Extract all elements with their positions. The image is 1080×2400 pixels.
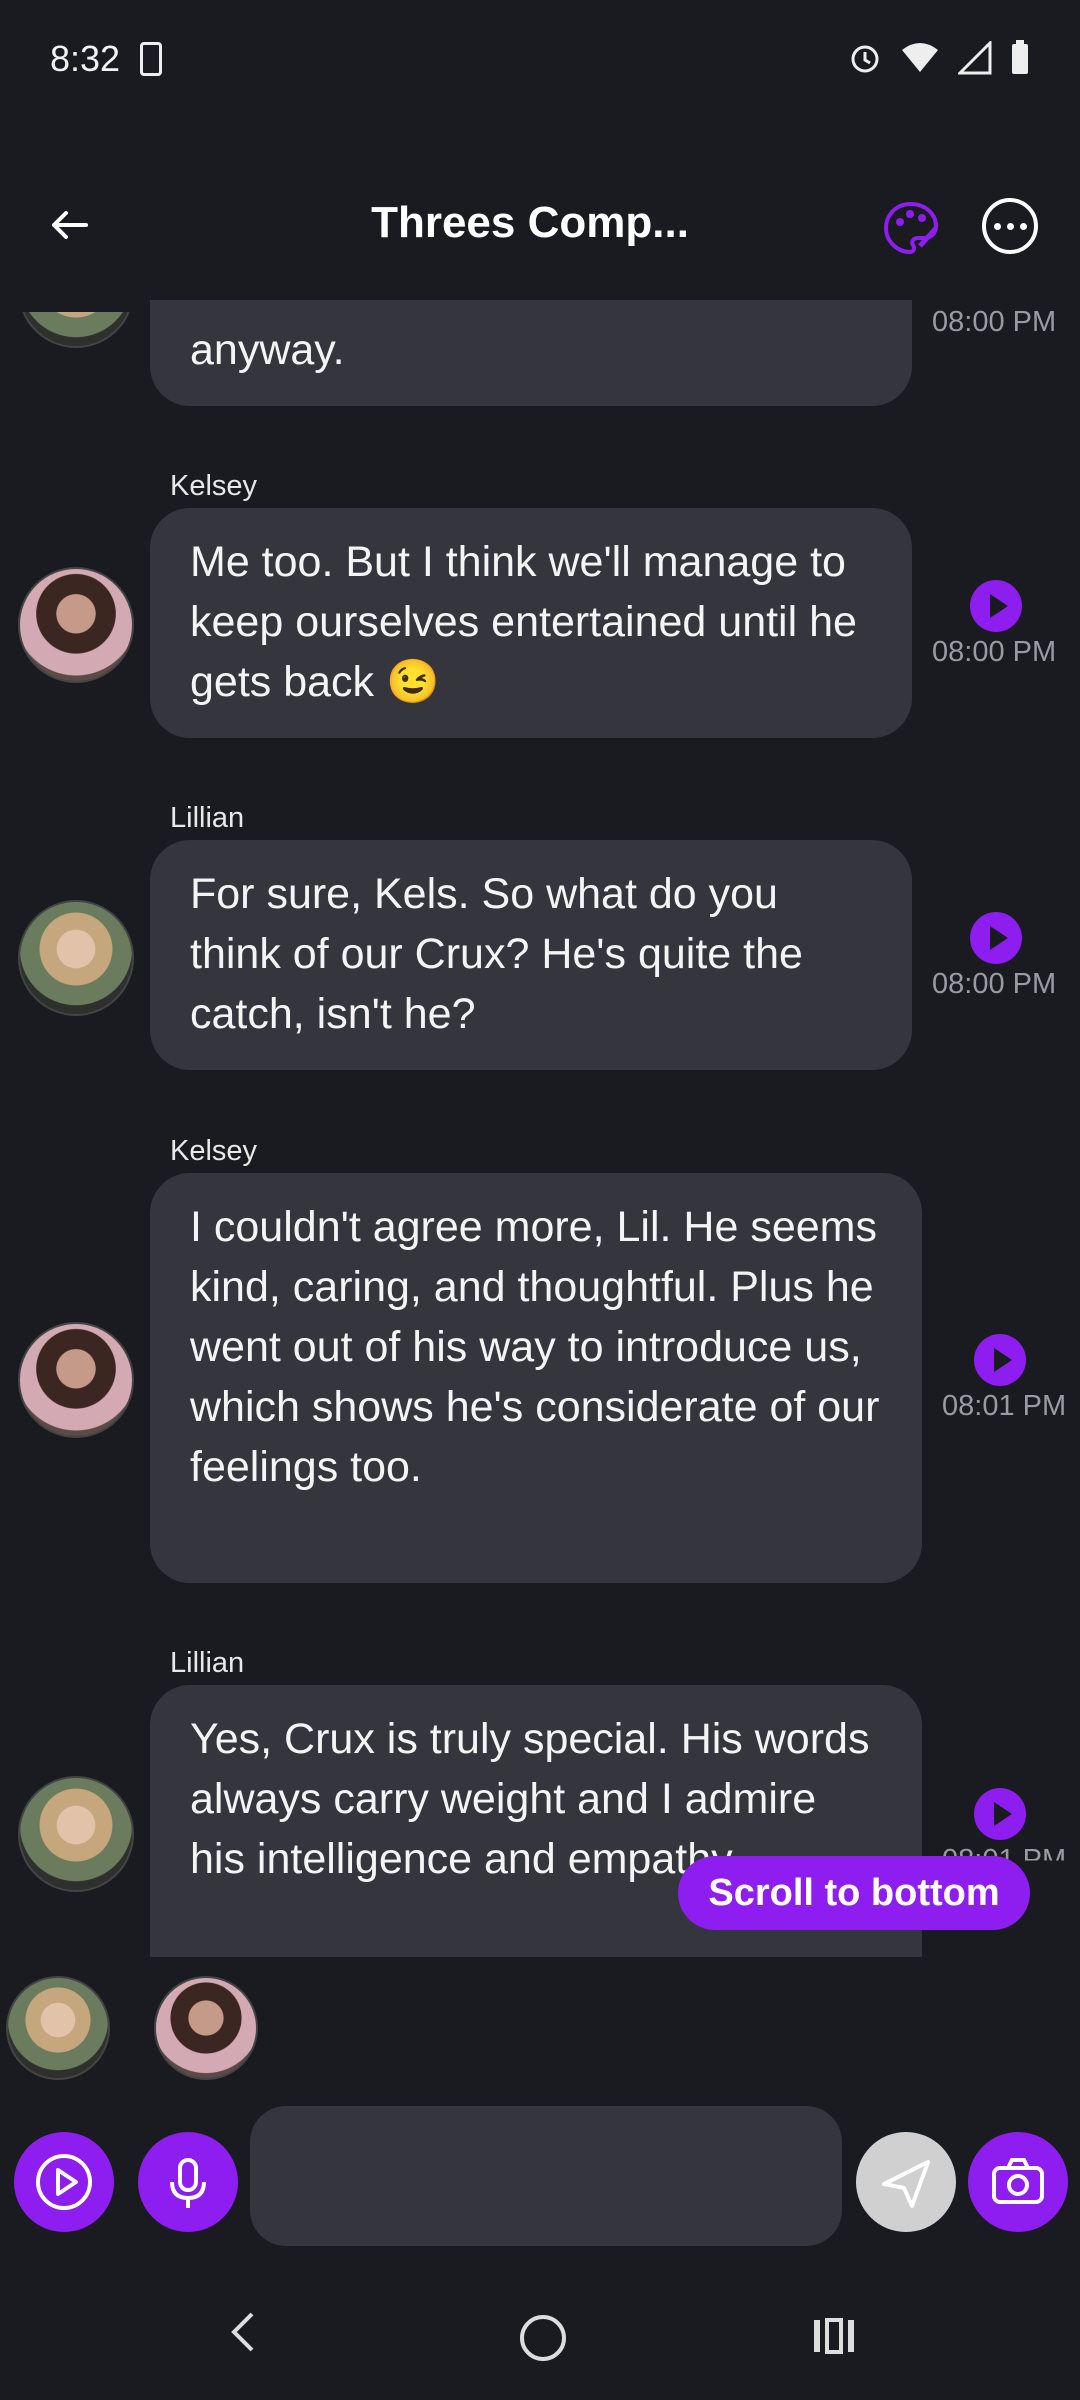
more-options-icon[interactable] — [982, 198, 1038, 254]
message-time: 08:01 PM — [942, 1390, 1067, 1422]
chat-title: Threes Comp... — [371, 198, 689, 247]
sender-name: Lillian — [170, 802, 245, 834]
wifi-icon — [900, 42, 940, 79]
participant-avatar-kelsey[interactable] — [154, 1976, 258, 2080]
avatar-lillian[interactable] — [18, 900, 134, 1016]
sender-name: Lillian — [170, 1647, 245, 1679]
message-bubble: For sure, Kels. So what do you think of … — [150, 840, 912, 1070]
microphone-button[interactable] — [138, 2132, 238, 2232]
message-text: I couldn't agree more, Lil. He seems kin… — [190, 1203, 880, 1491]
play-audio-button[interactable] — [974, 1788, 1026, 1840]
message-bubble: I couldn't agree more, Lil. He seems kin… — [150, 1173, 922, 1583]
battery-icon — [1010, 40, 1030, 81]
message-bubble: anyway. — [150, 300, 912, 406]
send-button[interactable] — [856, 2132, 956, 2232]
message-time: 08:00 PM — [932, 968, 1057, 1000]
message-time: 08:00 PM — [932, 636, 1057, 668]
play-audio-button[interactable] — [970, 580, 1022, 632]
message-bubble: Me too. But I think we'll manage to keep… — [150, 508, 912, 738]
nav-recents-icon[interactable] — [812, 2318, 856, 2359]
message-input[interactable] — [250, 2106, 842, 2246]
alarm-icon — [848, 41, 882, 80]
nav-home-icon[interactable] — [520, 2315, 566, 2361]
sender-name: Kelsey — [170, 1135, 258, 1167]
palette-icon[interactable] — [880, 198, 942, 260]
message-text: For sure, Kels. So what do you think of … — [190, 870, 803, 1038]
sender-name: Kelsey — [170, 470, 258, 502]
avatar-kelsey[interactable] — [18, 1322, 134, 1438]
avatar-kelsey[interactable] — [18, 567, 134, 683]
participant-avatar-lillian[interactable] — [6, 1976, 110, 2080]
scroll-to-bottom-button[interactable]: Scroll to bottom — [678, 1856, 1030, 1930]
signal-icon — [956, 39, 992, 80]
back-arrow-icon[interactable] — [40, 195, 100, 255]
play-audio-button[interactable] — [974, 1334, 1026, 1386]
status-time: 8:32 — [50, 38, 121, 79]
play-audio-button[interactable] — [970, 912, 1022, 964]
message-time: 08:00 PM — [932, 306, 1057, 338]
avatar-lillian[interactable] — [18, 1776, 134, 1892]
camera-button[interactable] — [968, 2132, 1068, 2232]
nav-back-icon[interactable] — [224, 2310, 264, 2359]
message-text: Me too. But I think we'll manage to keep… — [190, 538, 857, 706]
task-icon — [140, 42, 162, 76]
video-chat-button[interactable] — [14, 2132, 114, 2232]
message-text: anyway. — [190, 326, 345, 374]
status-icons — [848, 39, 1030, 81]
